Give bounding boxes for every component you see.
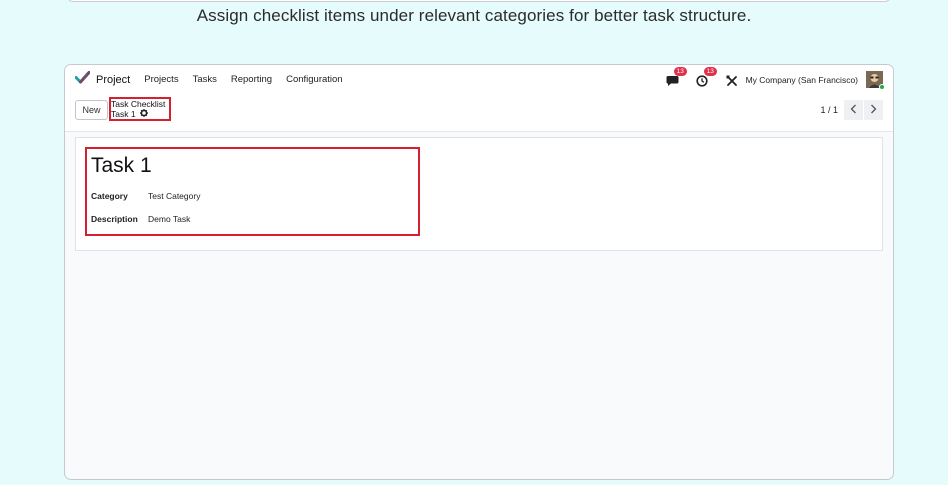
pager: 1 / 1 — [820, 100, 883, 120]
online-status-dot — [879, 84, 885, 90]
app-name: Project — [96, 73, 131, 86]
breadcrumb: Task Checklist Task 1 — [111, 99, 165, 119]
pager-previous-button[interactable] — [844, 100, 863, 120]
chevron-left-icon — [850, 101, 857, 119]
control-panel: New 1 / 1 — [65, 94, 893, 132]
pager-value[interactable]: 1 / 1 — [820, 105, 838, 115]
menu-configuration[interactable]: Configuration — [286, 74, 343, 85]
menu-reporting[interactable]: Reporting — [231, 74, 272, 85]
avatar[interactable] — [866, 71, 885, 90]
category-label: Category — [91, 191, 128, 201]
company-switcher[interactable]: My Company (San Francisco) — [746, 75, 858, 85]
activities-button[interactable]: 13 — [695, 66, 717, 88]
messages-badge: 13 — [673, 66, 687, 76]
description-label: Description — [91, 214, 138, 224]
tools-icon[interactable] — [726, 74, 738, 86]
odoo-window: Project Projects Tasks Reporting Configu… — [64, 64, 894, 480]
checkmark-logo-icon — [74, 70, 91, 89]
category-field[interactable]: Test Category — [148, 191, 200, 201]
menu-projects[interactable]: Projects — [144, 74, 178, 85]
breadcrumb-current: Task 1 — [111, 109, 165, 119]
pager-next-button[interactable] — [864, 100, 883, 120]
top-navbar: Project Projects Tasks Reporting Configu… — [65, 65, 893, 94]
app-brand[interactable]: Project — [74, 70, 131, 89]
breadcrumb-parent-link[interactable]: Task Checklist — [111, 99, 165, 109]
description-field[interactable]: Demo Task — [148, 214, 190, 224]
chevron-right-icon — [870, 101, 877, 119]
systray: 13 13 My Company (San Francisco) — [666, 65, 885, 94]
main-menu: Projects Tasks Reporting Configuration — [144, 74, 356, 85]
menu-tasks[interactable]: Tasks — [193, 74, 217, 85]
breadcrumb-current-label: Task 1 — [111, 109, 136, 119]
record-title[interactable]: Task 1 — [91, 154, 152, 178]
new-button[interactable]: New — [75, 100, 108, 120]
messages-button[interactable]: 13 — [666, 66, 687, 88]
page-caption: Assign checklist items under relevant ca… — [196, 6, 752, 25]
activities-badge: 13 — [703, 66, 717, 76]
gear-icon[interactable] — [139, 109, 148, 119]
previous-card-edge — [67, 0, 891, 2]
